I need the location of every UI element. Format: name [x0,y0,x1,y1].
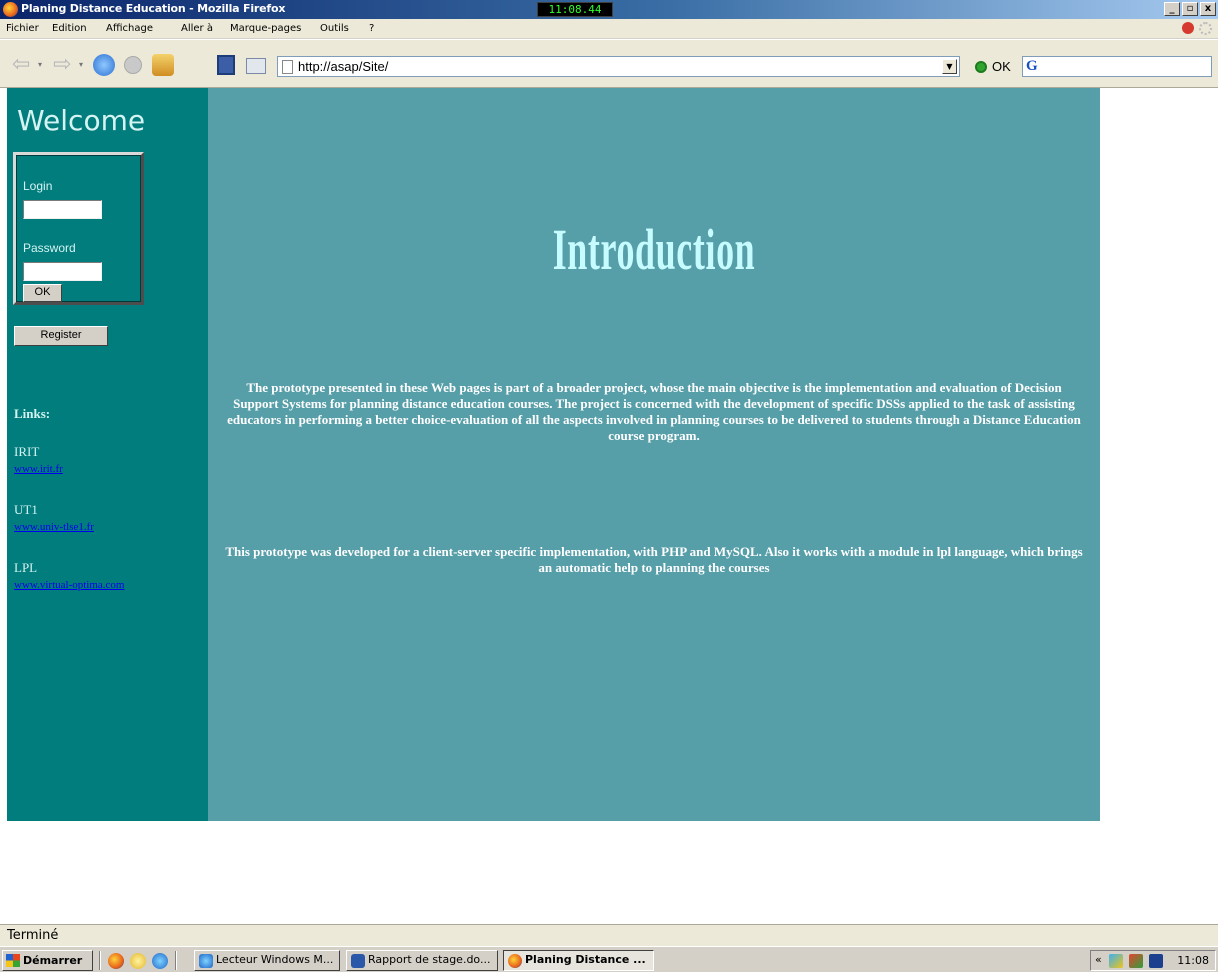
maximize-button[interactable]: ▫ [1182,2,1198,16]
password-label: Password [23,241,76,255]
link-group-lpl: LPL www.virtual-optima.com [14,560,124,591]
home-icon[interactable] [152,54,174,76]
throbber-icon [1199,22,1212,35]
forward-dropdown-icon[interactable]: ▾ [79,60,83,69]
link-name: UT1 [14,502,38,517]
close-button[interactable]: x [1200,2,1216,16]
menu-fichier[interactable]: Fichier [6,23,39,34]
password-input[interactable] [23,262,102,281]
google-icon[interactable]: G [1026,58,1038,75]
task-media-player[interactable]: Lecteur Windows M... [194,950,340,971]
messenger-quicklaunch-icon[interactable] [130,953,146,969]
go-button[interactable]: OK [992,59,1011,74]
window-controls: _ ▫ x [1164,2,1216,16]
implementation-paragraph: This prototype was developed for a clien… [225,544,1083,575]
stop-status-icon [1182,22,1194,34]
start-label: Démarrer [23,954,83,967]
taskbar: Démarrer Lecteur Windows M... Rapport de… [0,946,1218,972]
link-name: IRIT [14,444,40,459]
link-irit[interactable]: www.irit.fr [14,463,63,475]
link-name: LPL [14,560,38,575]
system-tray: « 11:08 [1090,950,1216,971]
start-button[interactable]: Démarrer [2,950,93,971]
menu-marque-pages[interactable]: Marque-pages [230,23,301,34]
windows-logo-icon [6,954,20,967]
tray-clock: 11:08 [1177,954,1209,967]
menu-edition[interactable]: Edition [52,23,87,34]
welcome-heading: Welcome [17,104,146,137]
url-text[interactable]: http://asap/Site/ [298,59,388,74]
url-dropdown-icon[interactable]: ▼ [942,59,957,74]
page-icon [282,60,293,74]
main-content: Introduction The prototype presented in … [208,88,1100,821]
status-text: Terminé [7,928,59,943]
stop-icon[interactable] [124,56,142,74]
task-firefox[interactable]: Planing Distance ... [503,950,654,971]
bookmarks-sidebar-icon[interactable] [217,55,235,75]
taskbar-separator [99,951,101,970]
menu-affichage[interactable]: Affichage [106,23,153,34]
firefox-icon [3,2,18,17]
media-player-icon [199,954,213,968]
links-heading: Links: [14,406,51,421]
reload-icon[interactable] [93,54,115,76]
navigation-toolbar: ⇦ ▾ ⇨ ▾ http://asap/Site/ ▼ OK G [0,40,1218,88]
register-button[interactable]: Register [14,326,108,346]
address-bar[interactable]: http://asap/Site/ ▼ [277,56,960,77]
link-lpl[interactable]: www.virtual-optima.com [14,579,124,591]
tray-expand-icon[interactable]: « [1095,953,1102,966]
menu-outils[interactable]: Outils [320,23,349,34]
ok-button[interactable]: OK [23,284,62,302]
link-group-irit: IRIT www.irit.fr [14,444,63,475]
login-form: Login Password OK [13,152,144,305]
sidebar: Welcome Login Password OK Register Links… [7,88,208,821]
forward-arrow-icon[interactable]: ⇨ [53,54,75,76]
login-input[interactable] [23,200,102,219]
search-input[interactable]: G [1022,56,1212,77]
login-label: Login [23,179,53,193]
menu-aller[interactable]: Aller à [181,23,213,34]
menu-bar: Fichier Edition Affichage Aller à Marque… [0,19,1218,39]
word-document-icon [351,954,365,968]
back-dropdown-icon[interactable]: ▾ [38,60,42,69]
new-tab-icon[interactable] [246,58,266,74]
page-title: Introduction [552,217,756,282]
back-arrow-icon[interactable]: ⇦ [12,54,34,76]
task-word-document[interactable]: Rapport de stage.do... [346,950,498,971]
network-tray-icon[interactable] [1109,954,1123,968]
clock-widget: 11:08.44 [537,2,613,17]
firefox-icon [508,954,522,968]
app-tray-icon[interactable] [1149,954,1163,968]
security-tray-icon[interactable] [1129,954,1143,968]
firefox-quicklaunch-icon[interactable] [108,953,124,969]
window-title: Planing Distance Education - Mozilla Fir… [21,2,286,15]
media-quicklaunch-icon[interactable] [152,953,168,969]
go-icon[interactable] [975,61,987,73]
link-group-ut1: UT1 www.univ-tlse1.fr [14,502,94,533]
menu-help[interactable]: ? [369,23,374,34]
status-bar: Terminé [0,924,1218,946]
minimize-button[interactable]: _ [1164,2,1180,16]
intro-paragraph: The prototype presented in these Web pag… [227,380,1081,443]
taskbar-separator [175,951,177,970]
window-title-bar: Planing Distance Education - Mozilla Fir… [0,0,1218,19]
link-ut1[interactable]: www.univ-tlse1.fr [14,521,94,533]
